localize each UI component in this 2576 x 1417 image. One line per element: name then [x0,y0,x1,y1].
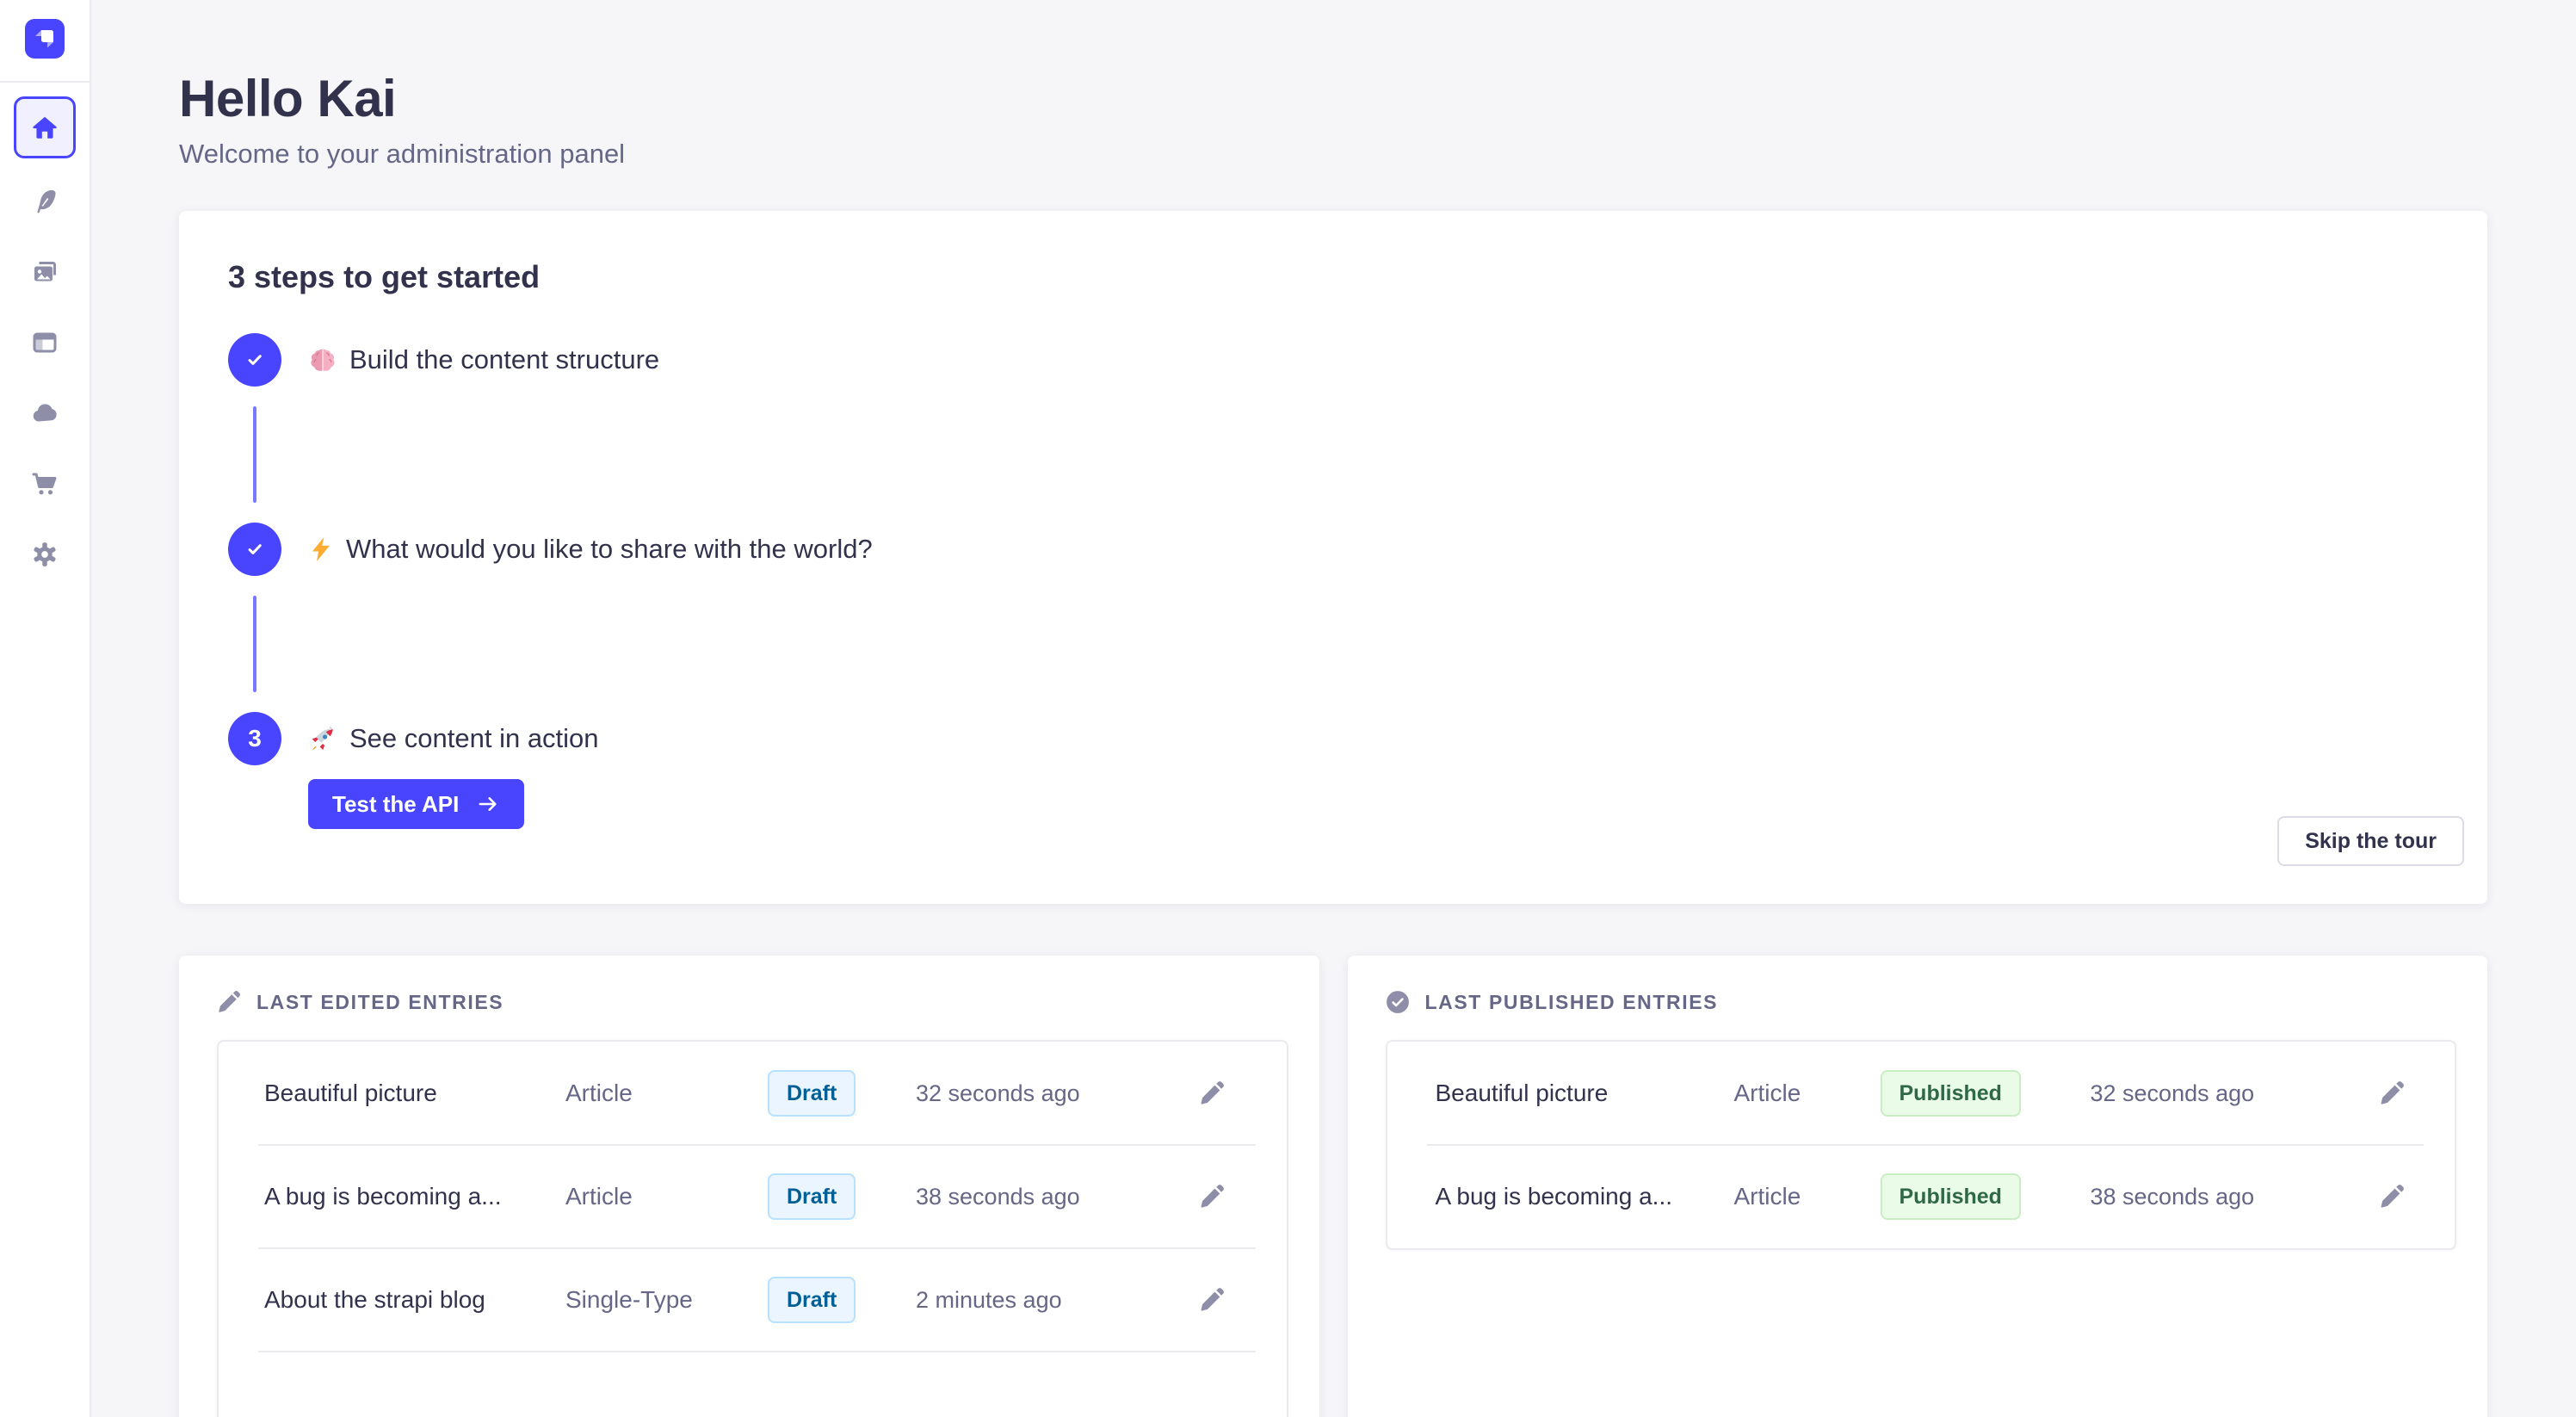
page-title: Hello Kai [179,69,2487,128]
table-row: A bug is becoming a... Article Draft 38 … [219,1145,1287,1248]
feather-icon [31,188,59,215]
pencil-icon [217,990,241,1014]
cart-icon [30,470,59,498]
last-edited-table: Beautiful picture Article Draft 32 secon… [217,1040,1288,1417]
entry-title: Beautiful picture [1436,1080,1734,1107]
entry-type: Article [1734,1183,1881,1210]
test-api-button[interactable]: Test the API [308,779,524,829]
sidebar-divider [0,81,90,83]
step-3-label: See content in action [349,723,599,754]
entry-type: Article [565,1183,768,1210]
test-api-label: Test the API [332,791,459,818]
step-1: Build the content structure [228,333,2436,387]
edit-entry-button[interactable] [1197,1285,1226,1315]
strapi-logo-icon [30,24,59,53]
entry-title: A bug is becoming a... [1436,1183,1734,1210]
entry-type: Article [565,1080,768,1107]
onboarding-card: 3 steps to get started Bu [179,211,2487,904]
step-2-label: What would you like to share with the wo… [346,534,873,565]
status-badge: Published [1881,1070,2021,1117]
check-icon [243,348,267,372]
status-badge: Draft [768,1277,856,1323]
pencil-icon [1199,1080,1225,1106]
entries-panels: LAST EDITED ENTRIES Beautiful picture Ar… [179,956,2487,1417]
step-2-label-row: What would you like to share with the wo… [308,534,873,565]
table-row: A bug is becoming a... Article Published… [1387,1145,2456,1248]
page-header: Hello Kai Welcome to your administration… [179,69,2487,170]
step-3-label-row: See content in action [308,723,599,754]
last-published-panel: LAST PUBLISHED ENTRIES Beautiful picture… [1348,956,2488,1417]
status-badge: Draft [768,1070,856,1117]
sidebar-item-content-type-builder[interactable] [14,312,76,374]
step-1-marker [228,333,281,387]
pencil-icon [1199,1287,1225,1313]
strapi-logo[interactable] [25,19,65,59]
entry-type: Single-Type [565,1286,768,1314]
pencil-icon [2379,1184,2405,1210]
sidebar-nav [14,170,76,594]
sidebar-item-marketplace[interactable] [14,453,76,515]
layout-icon [31,329,59,356]
step-2: What would you like to share with the wo… [228,523,2436,576]
entry-title: Beautiful picture [264,1080,565,1107]
sidebar-item-home[interactable] [14,96,76,158]
sidebar-item-content-manager[interactable] [14,170,76,232]
zap-icon [308,535,334,564]
onboarding-steps: Build the content structure What [228,333,2436,829]
step-3-marker: 3 [228,712,281,765]
pencil-icon [2379,1080,2405,1106]
step-2-marker [228,523,281,576]
arrow-right-icon [476,793,500,815]
check-icon [243,537,267,561]
entry-time: 38 seconds ago [916,1184,1197,1210]
entry-time: 32 seconds ago [2091,1080,2378,1107]
entry-time: 38 seconds ago [2091,1184,2378,1210]
gear-icon [30,540,59,569]
edit-entry-button[interactable] [1197,1182,1226,1211]
images-icon [31,258,59,286]
sidebar-item-cloud[interactable] [14,382,76,444]
home-icon [30,113,59,142]
table-row: Beautiful picture Article Published 32 s… [1387,1042,2456,1145]
sidebar-item-settings[interactable] [14,523,76,585]
main-content: Hello Kai Welcome to your administration… [91,0,2576,1417]
entry-time: 2 minutes ago [916,1287,1197,1314]
onboarding-title: 3 steps to get started [228,259,2436,295]
last-edited-header: LAST EDITED ENTRIES [217,990,1288,1014]
last-published-table: Beautiful picture Article Published 32 s… [1386,1040,2457,1250]
edit-entry-button[interactable] [2377,1182,2406,1211]
sidebar-item-media-library[interactable] [14,241,76,303]
table-row: Beautiful picture Article Draft 32 secon… [219,1042,1287,1145]
entry-type: Article [1734,1080,1881,1107]
check-circle-icon [1386,990,1410,1014]
step-1-label: Build the content structure [349,344,659,375]
status-badge: Published [1881,1173,2021,1220]
brain-icon [308,345,337,374]
pencil-icon [1199,1184,1225,1210]
table-row: About the strapi blog Single-Type Draft … [219,1248,1287,1352]
entry-title: About the strapi blog [264,1286,565,1314]
rocket-icon [308,724,337,753]
last-edited-title: LAST EDITED ENTRIES [256,991,503,1014]
status-badge: Draft [768,1173,856,1220]
sidebar [0,0,91,1417]
skip-tour-button[interactable]: Skip the tour [2277,816,2464,866]
last-published-title: LAST PUBLISHED ENTRIES [1425,991,1719,1014]
page-subtitle: Welcome to your administration panel [179,139,2487,170]
step-1-label-row: Build the content structure [308,344,659,375]
step-connector [253,596,256,692]
step-connector [253,406,256,503]
step-3: 3 See content in action [228,712,2436,765]
last-published-header: LAST PUBLISHED ENTRIES [1386,990,2457,1014]
edit-entry-button[interactable] [1197,1079,1226,1108]
app-window: Hello Kai Welcome to your administration… [0,0,2576,1417]
entry-title: A bug is becoming a... [264,1183,565,1210]
cloud-icon [30,399,59,427]
entry-time: 32 seconds ago [916,1080,1197,1107]
edit-entry-button[interactable] [2377,1079,2406,1108]
last-edited-panel: LAST EDITED ENTRIES Beautiful picture Ar… [179,956,1319,1417]
